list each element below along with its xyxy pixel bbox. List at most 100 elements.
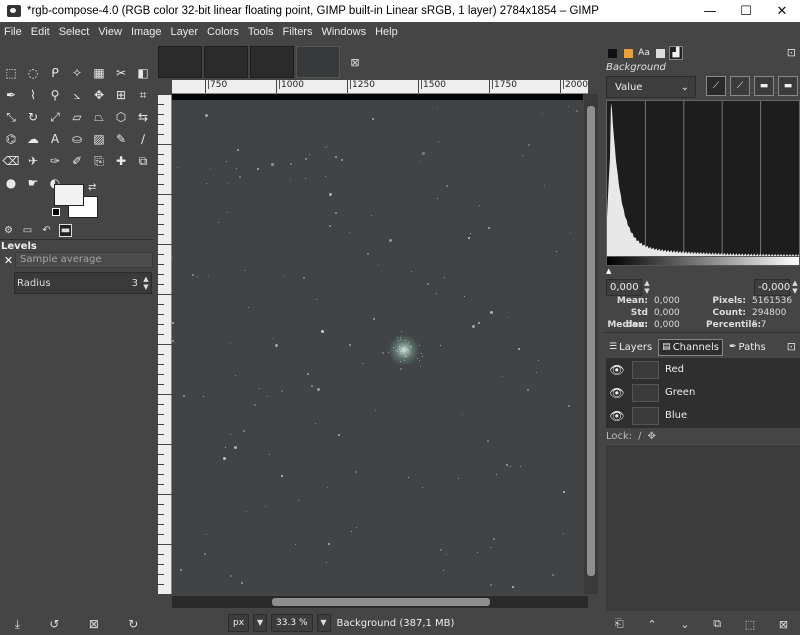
radius-spin-arrows[interactable]: ▲ ▼ (141, 275, 151, 291)
channel-row-red[interactable]: 👁 Red (606, 358, 800, 381)
maximize-button[interactable]: ☐ (728, 0, 764, 22)
image-tab-thumbnail[interactable] (204, 46, 248, 78)
lasso-icon[interactable]: ᑭ (44, 62, 66, 84)
reset-options-icon[interactable]: ↻ (128, 617, 138, 631)
zoom-select[interactable]: 33.3 % (271, 614, 313, 632)
measure-icon[interactable]: ⦣ (66, 84, 88, 106)
warp-icon[interactable]: ☁ (22, 128, 44, 150)
gradient-icon[interactable]: ▨ (88, 128, 110, 150)
delete-channel-icon[interactable]: ⊠ (779, 618, 788, 631)
raise-channel-icon[interactable]: ⌃ (647, 618, 656, 631)
eye-icon[interactable]: 👁 (606, 363, 628, 377)
tool-options-icon[interactable]: ⚙ (2, 224, 15, 237)
close-image-tab-icon[interactable]: ⊠ (346, 46, 364, 78)
unit-dropdown-icon[interactable]: ▼ (253, 614, 268, 632)
color-picker-icon[interactable]: ⌇ (22, 84, 44, 106)
histogram-mode-icon[interactable]: ▬ (754, 76, 774, 96)
menu-colors[interactable]: Colors (207, 26, 244, 38)
zoom-dropdown-icon[interactable]: ▼ (316, 614, 331, 632)
horizontal-scrollbar[interactable] (172, 596, 588, 608)
paintbrush-icon[interactable]: ∕ (132, 128, 154, 150)
clone-icon[interactable]: ⎘ (88, 150, 110, 172)
histogram-channel-select[interactable]: Value ⌄ (606, 76, 696, 98)
tab-paths[interactable]: ✒ Paths (725, 339, 770, 356)
radius-value[interactable]: 3 (132, 278, 138, 289)
dock-separator[interactable] (603, 332, 800, 336)
device-status-icon[interactable]: ▭ (21, 224, 34, 237)
select-by-color-icon[interactable]: ▦ (88, 62, 110, 84)
move-icon[interactable]: ✥ (88, 84, 110, 106)
channels-list-empty-area[interactable] (606, 446, 800, 611)
airbrush-icon[interactable]: ✈ (22, 150, 44, 172)
log-histogram-icon[interactable]: ⟋ (730, 76, 750, 96)
undo-history-icon[interactable]: ↶ (40, 224, 53, 237)
ink-icon[interactable]: ✑ (44, 150, 66, 172)
perspective-icon[interactable]: ⏢ (88, 106, 110, 128)
heal-icon[interactable]: ✚ (110, 150, 132, 172)
menu-select[interactable]: Select (59, 26, 95, 38)
menu-filters[interactable]: Filters (283, 26, 318, 38)
save-options-icon[interactable]: ⤓ (15, 617, 20, 632)
channel-row-green[interactable]: 👁 Green (606, 381, 800, 404)
pencil-icon[interactable]: ✎ (110, 128, 132, 150)
gradient-slider-marker[interactable]: ▲ (606, 267, 611, 275)
range-low-spin[interactable]: ▲ ▼ (642, 279, 652, 295)
menu-edit[interactable]: Edit (31, 26, 55, 38)
image-tab-thumbnail[interactable] (250, 46, 294, 78)
range-low-input[interactable]: 0,000 (606, 278, 642, 296)
eye-icon[interactable]: 👁 (606, 386, 628, 400)
paths-icon[interactable]: ✒ (0, 84, 22, 106)
align-icon[interactable]: ⊞ (110, 84, 132, 106)
scale-icon[interactable]: ⤢ (44, 106, 66, 128)
lower-channel-icon[interactable]: ⌄ (680, 618, 689, 631)
eraser-icon[interactable]: ⌫ (0, 150, 22, 172)
crop-icon[interactable]: ⌗ (132, 84, 154, 106)
menu-windows[interactable]: Windows (321, 26, 371, 38)
swap-colors-icon[interactable]: ⇄ (88, 182, 96, 193)
vertical-ruler[interactable] (158, 94, 172, 594)
smudge-icon[interactable]: ☛ (22, 172, 44, 194)
range-high-input[interactable]: -0,000 (754, 278, 790, 296)
vertical-scroll-thumb[interactable] (587, 106, 595, 576)
fuzzy-select-icon[interactable]: ✧ (66, 62, 88, 84)
restore-options-icon[interactable]: ↺ (49, 617, 59, 631)
menu-tools[interactable]: Tools (248, 26, 279, 38)
menu-file[interactable]: File (4, 26, 27, 38)
fg-bg-color-icon[interactable] (605, 46, 619, 60)
pattern-icon[interactable] (621, 46, 635, 60)
image-tab-thumbnail-active[interactable] (296, 46, 340, 78)
horizontal-scroll-thumb[interactable] (272, 598, 490, 606)
minimize-button[interactable]: — (692, 0, 728, 22)
ellipse-select-icon[interactable]: ◌ (22, 62, 44, 84)
foreground-color-swatch[interactable] (54, 184, 84, 206)
cage-icon[interactable]: ⌬ (0, 128, 22, 150)
lock-position-icon[interactable]: ✥ (648, 431, 656, 442)
lock-pixels-icon[interactable]: ∕ (638, 431, 641, 442)
tab-layers[interactable]: ☰ Layers (605, 339, 656, 356)
reset-colors-icon[interactable] (52, 208, 60, 216)
unit-select[interactable]: px (228, 614, 250, 632)
histogram-plot[interactable] (606, 100, 800, 258)
rotate-icon[interactable]: ↻ (22, 106, 44, 128)
eye-icon[interactable]: 👁 (606, 409, 628, 423)
perspective-clone-icon[interactable]: ⧉ (132, 150, 154, 172)
zoom-icon[interactable]: ⚲ (44, 84, 66, 106)
menu-help[interactable]: Help (375, 26, 403, 38)
bucket-fill-icon[interactable]: ⛀ (66, 128, 88, 150)
histogram-tab-icon[interactable]: ▟ (669, 46, 683, 60)
images-icon[interactable]: ▬ (59, 224, 72, 237)
font-icon[interactable]: Aa (637, 46, 651, 60)
image-tab-thumbnail[interactable] (158, 46, 202, 78)
flip-icon[interactable]: ⇆ (132, 106, 154, 128)
menu-view[interactable]: View (98, 26, 127, 38)
vertical-scrollbar[interactable] (584, 94, 598, 594)
channels-dock-menu-icon[interactable]: ⊡ (787, 340, 796, 353)
menu-layer[interactable]: Layer (171, 26, 204, 38)
duplicate-channel-icon[interactable]: ⧉ (713, 617, 721, 631)
radius-spinner[interactable]: Radius 3 ▲ ▼ (14, 272, 152, 294)
sample-average-checkbox[interactable]: ✕ (2, 254, 15, 267)
scissors-icon[interactable]: ✂ (110, 62, 132, 84)
range-high-spin[interactable]: ▲ ▼ (790, 279, 800, 295)
mypaint-brush-icon[interactable]: ✐ (66, 150, 88, 172)
delete-options-icon[interactable]: ⊠ (89, 617, 99, 631)
